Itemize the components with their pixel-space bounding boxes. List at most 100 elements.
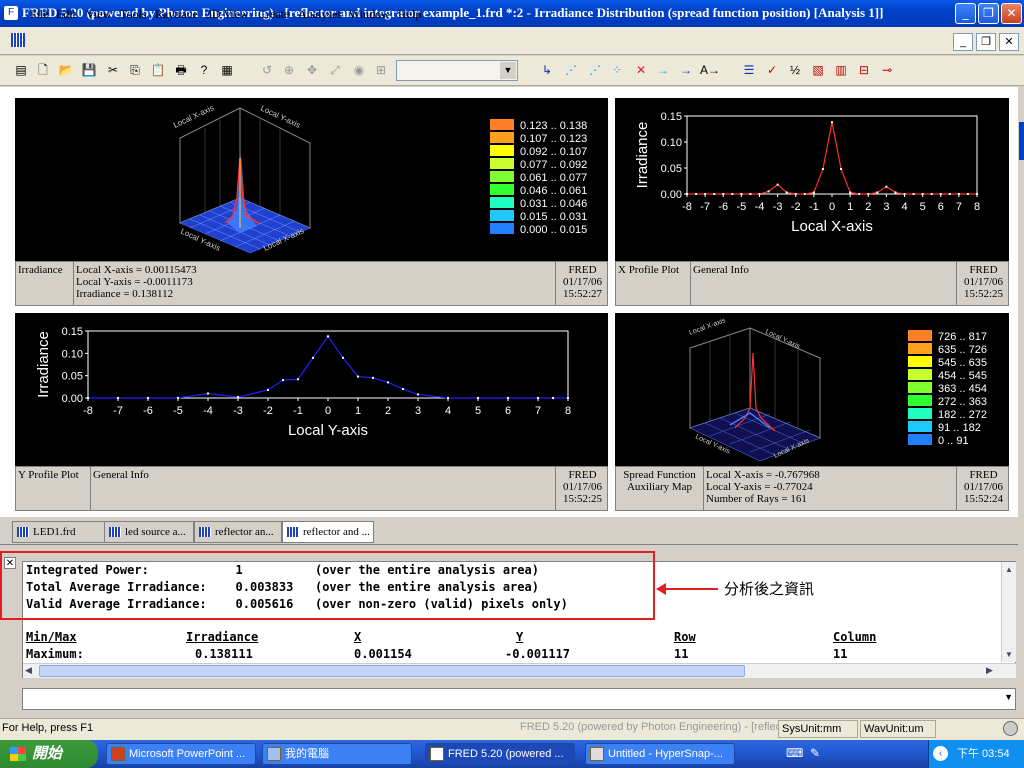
data-point (357, 375, 359, 378)
view-combo[interactable]: ▼ (396, 60, 518, 81)
menu-window[interactable]: Window (349, 7, 390, 22)
x-profile-plot[interactable]: -8 -7 -6 -5 -4 -3 -2 -1 0 1 2 3 4 5 6 7 8 0.00 0.05 0.10 0.1… (615, 98, 1009, 261)
menu-analyses[interactable]: Analyses (298, 7, 342, 22)
cut-icon[interactable]: ✂ (104, 61, 122, 79)
pen-icon[interactable]: ✎ (810, 746, 824, 760)
tools-icon[interactable]: ⊸ (878, 61, 896, 79)
legend-swatch (490, 171, 514, 182)
vertical-scrollbar[interactable]: ▲ ▼ (1001, 562, 1016, 662)
mdi-minimize-button[interactable]: _ (953, 33, 973, 51)
document-icon[interactable] (11, 33, 25, 47)
data-point (876, 191, 879, 194)
trace-icon[interactable]: ↳ (538, 61, 556, 79)
camera-icon[interactable]: ◉ (350, 61, 368, 79)
ray-arrow-icon[interactable]: → (654, 61, 672, 79)
keyboard-icon[interactable]: ⌨ (786, 746, 803, 760)
hypersnap-icon (590, 747, 604, 761)
x-tick-label: 8 (974, 201, 980, 213)
data-point (840, 168, 843, 171)
menu-tools[interactable]: Tools (120, 7, 147, 22)
tray-back-icon[interactable]: ‹ (933, 746, 948, 761)
legend-swatch (908, 395, 932, 406)
print-icon[interactable]: 🖶 (172, 61, 190, 79)
x-tick-label: -2 (791, 201, 801, 213)
mdi-close-button[interactable]: ✕ (999, 33, 1019, 51)
analysis-icon[interactable]: ▧ (809, 61, 827, 79)
data-point (957, 193, 960, 195)
numbered-list-icon[interactable]: ½ (786, 61, 804, 79)
menu-raytrace[interactable]: Raytrace (155, 7, 198, 22)
scroll-thumb[interactable] (39, 665, 745, 677)
copy-icon[interactable]: ⎘ (126, 61, 144, 79)
save-icon[interactable]: 💾 (80, 61, 98, 79)
clear-rays-icon[interactable]: ✕ (632, 61, 650, 79)
sys-unit: SysUnit:mm (778, 720, 858, 738)
y-profile-plot[interactable]: -8 -7 -6 -5 -4 -3 -2 -1 0 1 2 3 4 5 6 7 8 0.00 0.05 0.10 0.1… (15, 313, 608, 466)
chart-icon[interactable]: ⊟ (855, 61, 873, 79)
tab-led-source[interactable]: led source a... (104, 521, 194, 543)
new-icon[interactable]: ▤ (12, 61, 30, 79)
ray-text-icon[interactable]: A→ (700, 61, 720, 79)
taskbar-hypersnap[interactable]: Untitled - HyperSnap-... (585, 743, 735, 765)
y-tick-label: 0.15 (62, 326, 83, 338)
horizontal-scrollbar[interactable]: ◀ ▶ (23, 663, 1016, 678)
stamp-line: 15:52:25 (963, 288, 1004, 300)
close-button[interactable]: ✕ (1001, 3, 1022, 24)
annotation-arrow-line (660, 588, 718, 590)
app-icon[interactable]: F (4, 6, 18, 20)
status-globe-icon[interactable] (1003, 721, 1018, 736)
fred-icon (430, 747, 444, 761)
scroll-right-icon[interactable]: ▶ (986, 665, 993, 676)
zoom-icon[interactable]: ⊕ (280, 61, 298, 79)
stamp-line: 15:52:27 (562, 288, 603, 300)
tab-reflector-active[interactable]: reflector and ... (282, 521, 374, 543)
tab-reflector-1[interactable]: reflector an... (194, 521, 282, 543)
data-point (267, 388, 269, 391)
check-icon[interactable]: ✓ (763, 61, 781, 79)
menu-file[interactable]: File (30, 7, 49, 22)
mdi-restore-button[interactable]: ❐ (976, 33, 996, 51)
spreadsheet-icon[interactable]: ▥ (832, 61, 850, 79)
pan-icon[interactable]: ✥ (303, 61, 321, 79)
chevron-down-icon[interactable]: ▼ (1004, 692, 1013, 702)
list-icon[interactable]: ☰ (740, 61, 758, 79)
trace-sources-icon[interactable]: ⁘ (608, 61, 626, 79)
status-help: For Help, press F1 (2, 722, 94, 734)
data-point (477, 397, 479, 399)
new-doc-icon[interactable]: 🗋 (34, 61, 52, 79)
restore-button[interactable]: ❐ (978, 3, 999, 24)
minimize-button[interactable]: _ (955, 3, 976, 24)
advanced-trace-icon[interactable]: → (677, 61, 695, 79)
x-tick-label: -1 (293, 405, 303, 417)
scroll-up-icon[interactable]: ▲ (1002, 562, 1016, 577)
taskbar-fred[interactable]: FRED 5.20 (powered ... (425, 743, 575, 765)
scroll-down-icon[interactable]: ▼ (1002, 647, 1016, 662)
rotate-icon[interactable]: ↺ (258, 61, 276, 79)
help-pointer-icon[interactable]: ? (195, 61, 213, 79)
fit-icon[interactable]: ⤢ (326, 61, 344, 79)
data-point (867, 193, 870, 195)
grid-icon[interactable]: ⊞ (372, 61, 390, 79)
trace-all-icon[interactable]: ⋰ (562, 61, 580, 79)
info-line: Local Y-axis = -0.0011173 (76, 276, 193, 288)
paste-icon[interactable]: 📋 (149, 61, 167, 79)
data-point (858, 193, 861, 195)
taskbar-powerpoint[interactable]: Microsoft PowerPoint ... (106, 743, 256, 765)
menu-help[interactable]: Help (398, 7, 421, 22)
taskbar-my-computer[interactable]: 我的電腦 (262, 743, 412, 765)
irradiance-3d-plot[interactable]: Local X-axis Local Y-axis Local Y-axis L… (15, 98, 608, 261)
menu-edit[interactable]: Edit (56, 7, 76, 22)
trace-render-icon[interactable]: ⋰ (586, 61, 604, 79)
menu-create[interactable]: Create (258, 7, 289, 22)
chevron-down-icon[interactable]: ▼ (500, 62, 516, 79)
scroll-left-icon[interactable]: ◀ (25, 665, 32, 676)
properties-icon[interactable]: ▦ (218, 61, 236, 79)
data-point (537, 397, 539, 399)
menu-view[interactable]: View (86, 7, 111, 22)
data-point (758, 193, 761, 195)
command-input[interactable]: ▼ (22, 688, 1016, 710)
side-tab[interactable] (1019, 122, 1024, 160)
menu-3d-view[interactable]: 3D View (206, 7, 249, 22)
open-icon[interactable]: 📂 (57, 61, 75, 79)
spread-function-3d-plot[interactable]: Local X-axis Local Y-axis Local Y-axis L… (615, 313, 1009, 466)
